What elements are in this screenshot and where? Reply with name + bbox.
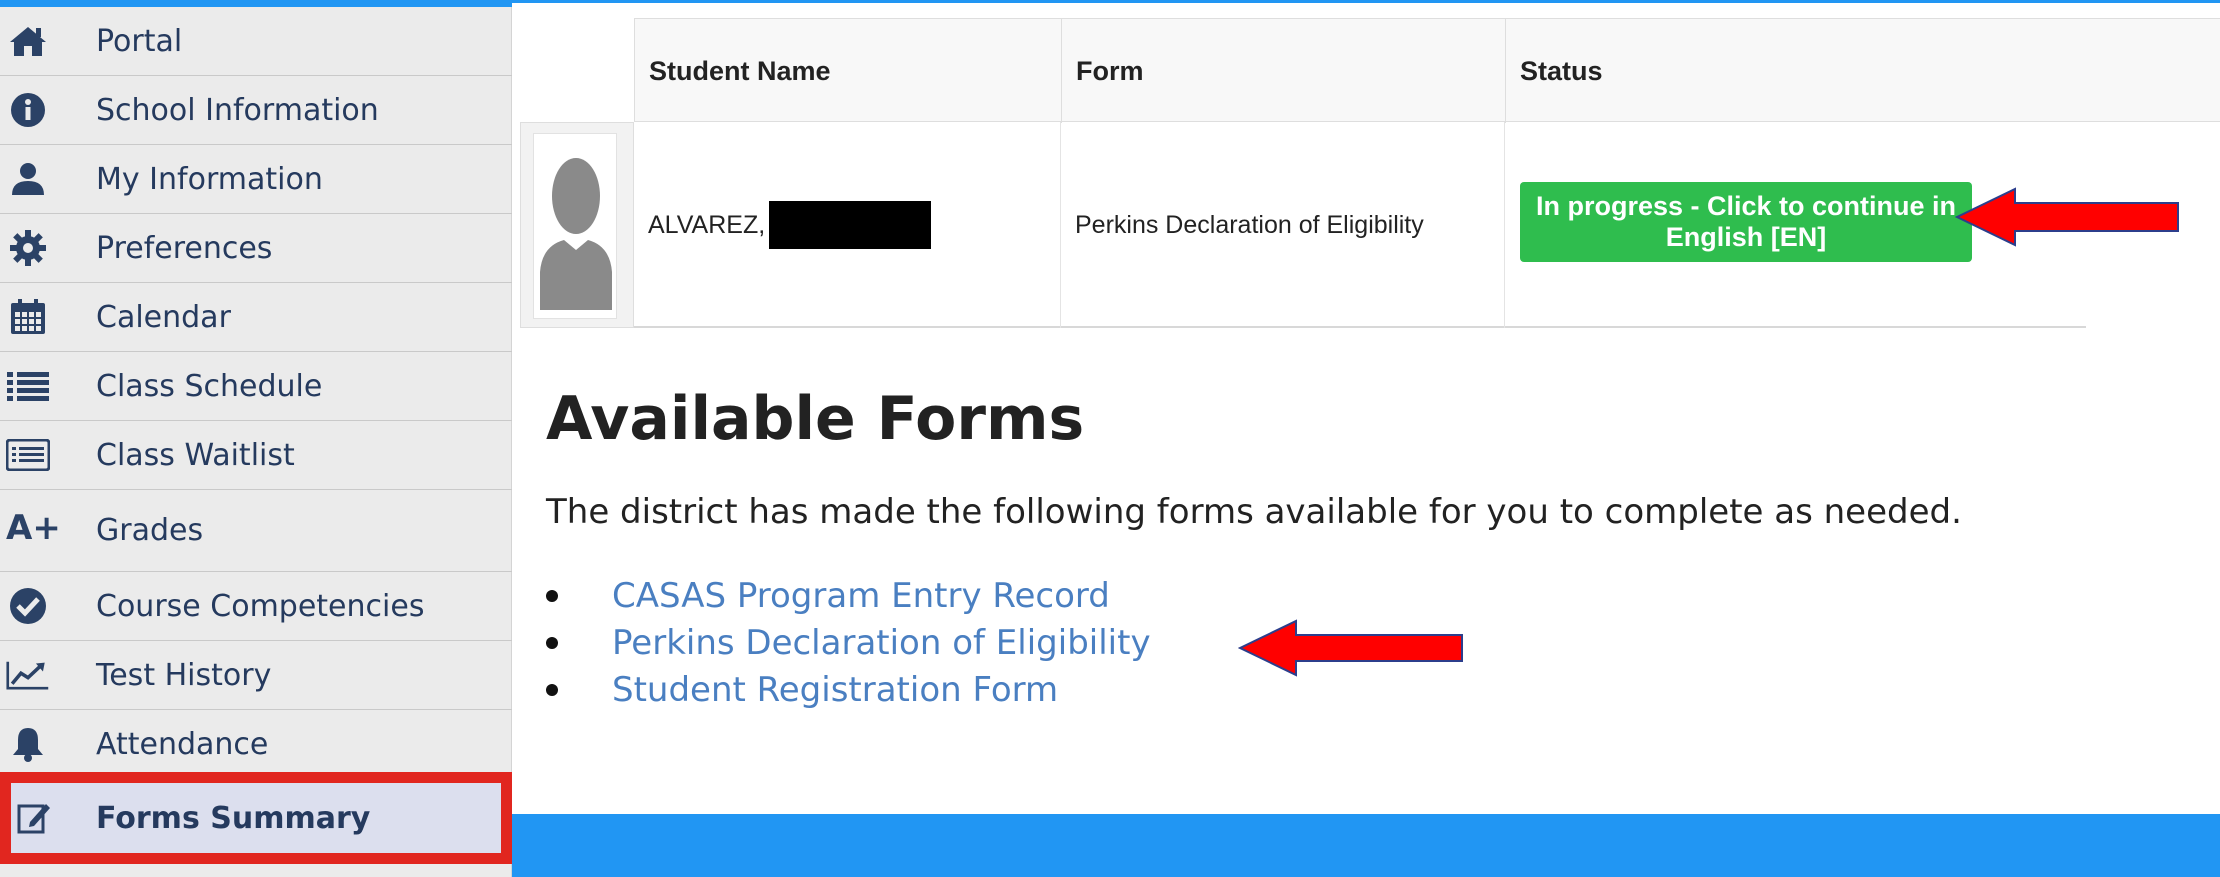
sidebar-item-label: Portal bbox=[96, 23, 183, 59]
sidebar-item-grades[interactable]: A+ Grades bbox=[0, 490, 512, 572]
sidebar-item-label: Course Competencies bbox=[96, 588, 425, 624]
sidebar-top-accent bbox=[0, 0, 512, 7]
continue-form-button[interactable]: In progress - Click to continue in Engli… bbox=[1520, 182, 1972, 262]
list-item: CASAS Program Entry Record bbox=[546, 572, 1746, 619]
bullet-icon bbox=[546, 589, 558, 602]
bullet-icon bbox=[546, 683, 558, 696]
waitlist-icon bbox=[6, 435, 50, 475]
annotation-arrow-link bbox=[1238, 619, 1463, 677]
student-avatar bbox=[533, 133, 617, 319]
list-item: Student Registration Form bbox=[546, 666, 1746, 713]
sidebar-item-label: Calendar bbox=[96, 299, 231, 335]
forms-table: Student Name Form Status ALVAREZ, Perkin… bbox=[520, 18, 2220, 330]
sidebar-item-course-competencies[interactable]: Course Competencies bbox=[0, 572, 512, 641]
sidebar-nav: Portal School Information My Information… bbox=[0, 0, 512, 877]
sidebar-item-attendance[interactable]: Attendance bbox=[0, 710, 512, 779]
annotation-arrow-button bbox=[1955, 187, 2179, 247]
sidebar-item-calendar[interactable]: Calendar bbox=[0, 283, 512, 352]
sidebar-item-label: Grades bbox=[96, 513, 204, 548]
column-header-form: Form bbox=[1061, 19, 1505, 123]
info-icon bbox=[6, 90, 50, 130]
bullet-icon bbox=[546, 636, 558, 649]
list-icon bbox=[6, 366, 50, 406]
student-photo-cell bbox=[520, 122, 634, 328]
sidebar-item-portal[interactable]: Portal bbox=[0, 7, 512, 76]
sidebar-item-label: Attendance bbox=[96, 726, 269, 762]
edit-icon bbox=[12, 797, 56, 837]
form-cell: Perkins Declaration of Eligibility bbox=[1060, 122, 1504, 328]
calendar-icon bbox=[6, 297, 50, 337]
sidebar-item-label: Test History bbox=[96, 657, 272, 693]
form-name: Perkins Declaration of Eligibility bbox=[1075, 210, 1424, 239]
column-header-student-name: Student Name bbox=[649, 55, 831, 86]
available-forms-list: CASAS Program Entry Record Perkins Decla… bbox=[546, 572, 1746, 713]
sidebar-item-label: Forms Summary bbox=[96, 800, 371, 836]
avatar-placeholder-icon bbox=[540, 158, 612, 310]
form-link-perkins[interactable]: Perkins Declaration of Eligibility bbox=[612, 623, 1151, 663]
grades-icon: A+ bbox=[6, 508, 66, 548]
sidebar-item-my-information[interactable]: My Information bbox=[0, 145, 512, 214]
list-item: Perkins Declaration of Eligibility bbox=[546, 619, 1746, 666]
main-top-accent bbox=[512, 0, 2220, 3]
footer-bar bbox=[512, 814, 2220, 877]
sidebar-item-class-waitlist[interactable]: Class Waitlist bbox=[0, 421, 512, 490]
sidebar-item-label: My Information bbox=[96, 161, 323, 197]
gear-icon bbox=[6, 228, 50, 268]
student-name-cell: ALVAREZ, bbox=[634, 122, 1060, 328]
student-name: ALVAREZ, bbox=[648, 210, 766, 239]
form-link-casas[interactable]: CASAS Program Entry Record bbox=[612, 576, 1110, 616]
bell-icon bbox=[6, 724, 50, 764]
check-circle-icon bbox=[6, 586, 50, 626]
table-header-row: Student Name Form Status bbox=[634, 18, 2220, 123]
user-icon bbox=[6, 159, 50, 199]
form-link-student-registration[interactable]: Student Registration Form bbox=[612, 670, 1058, 710]
available-forms-title: Available Forms bbox=[546, 384, 1085, 454]
sidebar-item-school-information[interactable]: School Information bbox=[0, 76, 512, 145]
sidebar-item-label: Class Waitlist bbox=[96, 437, 295, 473]
sidebar-item-label: School Information bbox=[96, 92, 379, 128]
sidebar-item-label: Class Schedule bbox=[96, 368, 323, 404]
available-forms-description: The district has made the following form… bbox=[546, 492, 1962, 532]
column-header-status: Status bbox=[1505, 19, 2220, 123]
sidebar-item-test-history[interactable]: Test History bbox=[0, 641, 512, 710]
redacted-block bbox=[769, 201, 932, 249]
grades-icon-text: A+ bbox=[6, 508, 61, 548]
line-chart-icon bbox=[6, 655, 50, 695]
sidebar-item-preferences[interactable]: Preferences bbox=[0, 214, 512, 283]
sidebar-item-label: Preferences bbox=[96, 230, 273, 266]
sidebar-item-forms-summary[interactable]: Forms Summary bbox=[0, 779, 512, 858]
home-icon bbox=[6, 21, 50, 61]
sidebar-item-class-schedule[interactable]: Class Schedule bbox=[0, 352, 512, 421]
